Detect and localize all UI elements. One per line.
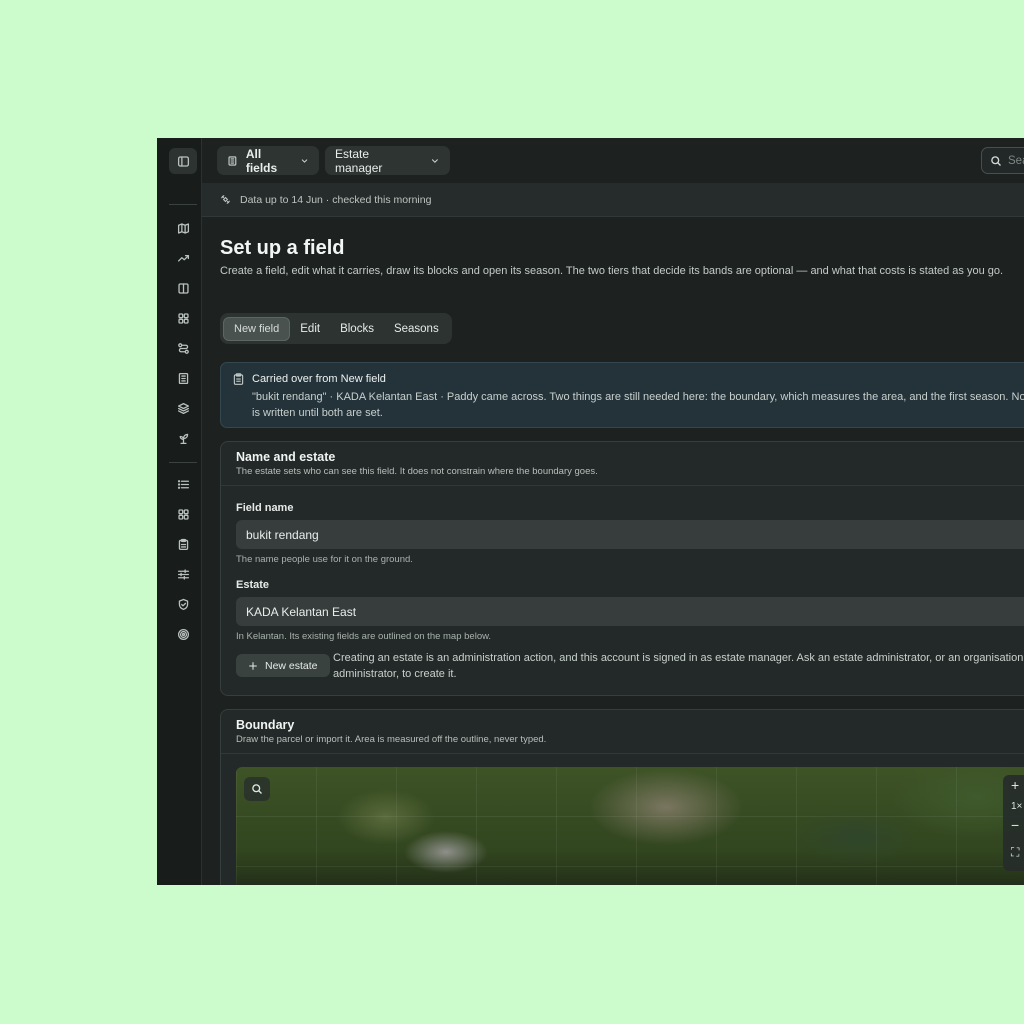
chevron-down-icon: [432, 158, 439, 163]
zoom-controls: + 1× − ⛶: [1003, 775, 1024, 871]
field-name-value: bukit rendang: [246, 527, 319, 542]
search-icon: [252, 784, 262, 794]
card-header: Name and estate The estate sets who can …: [221, 442, 1024, 486]
list-icon: [177, 479, 189, 489]
sidebar-item-routes[interactable]: [176, 341, 190, 355]
tab-new-field[interactable]: New field: [223, 316, 291, 341]
sidebar-item-trends[interactable]: [176, 251, 190, 265]
map-grid: [236, 767, 1024, 885]
clipboard-icon: [178, 538, 188, 550]
page-description: Create a field, edit what it carries, dr…: [220, 265, 1004, 277]
sidebar-toggle-button[interactable]: [169, 148, 197, 174]
map-icon: [177, 222, 189, 234]
app-window: All fields Estate manager Search... Data…: [157, 138, 1024, 885]
card-subtitle: Draw the parcel or import it. Area is me…: [236, 734, 547, 745]
zoom-out-button[interactable]: −: [1011, 817, 1019, 833]
role-label: Estate manager: [335, 146, 383, 175]
trend-up-icon: [177, 254, 189, 262]
sidebar-item-compare[interactable]: [176, 281, 190, 295]
card-title: Boundary: [236, 718, 295, 732]
search-icon: [991, 155, 1001, 166]
sidebar-divider: [169, 462, 197, 463]
estate-help: In Kelantan. Its existing fields are out…: [236, 631, 492, 642]
search-placeholder: Search...: [1008, 154, 1024, 167]
building-icon: [228, 155, 237, 166]
clipboard-icon: [233, 373, 244, 385]
apps-grid-icon: [177, 508, 189, 520]
tab-edit[interactable]: Edit: [290, 318, 330, 340]
search-input[interactable]: Search...: [981, 147, 1024, 174]
estate-label: Estate: [236, 579, 270, 591]
field-name-label: Field name: [236, 502, 294, 514]
top-bar: All fields Estate manager Search...: [202, 138, 1024, 183]
sidebar-item-dashboard[interactable]: [176, 311, 190, 325]
layers-icon: [177, 402, 189, 414]
role-dropdown[interactable]: Estate manager: [325, 146, 450, 175]
route-icon: [177, 342, 189, 354]
map-fade: [236, 877, 1024, 885]
sidebar-item-map[interactable]: [176, 221, 190, 235]
main-content: Set up a field Create a field, edit what…: [202, 217, 1024, 885]
target-icon: [177, 628, 189, 640]
chevron-down-icon: [301, 158, 308, 163]
sprout-icon: [179, 433, 188, 444]
card-header: Boundary Draw the parcel or import it. A…: [221, 710, 1024, 754]
page-title: Set up a field: [220, 237, 345, 259]
name-and-estate-card: Name and estate The estate sets who can …: [220, 441, 1024, 696]
satellite-icon: [220, 194, 231, 205]
fields-filter-dropdown[interactable]: All fields: [217, 146, 319, 175]
grid-icon: [177, 312, 189, 324]
data-status-text: Data up to 14 Jun · checked this morning: [240, 193, 432, 206]
notice-title: Carried over from New field: [252, 373, 386, 385]
new-estate-label: New estate: [265, 659, 318, 672]
estate-select[interactable]: KADA Kelantan East: [236, 597, 1024, 626]
data-status-bar: Data up to 14 Jun · checked this morning: [202, 183, 1024, 217]
estate-value: KADA Kelantan East: [246, 604, 357, 619]
card-title: Name and estate: [236, 450, 336, 464]
shield-check-icon: [178, 598, 188, 610]
carried-over-notice: Carried over from New field "bukit renda…: [220, 362, 1024, 428]
sidebar-item-security[interactable]: [176, 597, 190, 611]
sidebar-item-crops[interactable]: [176, 431, 190, 445]
zoom-in-button[interactable]: +: [1011, 777, 1019, 793]
sliders-icon: [177, 568, 189, 580]
notice-body: "bukit rendang" · KADA Kelantan East · P…: [252, 391, 1024, 419]
sidebar-item-tasks[interactable]: [176, 537, 190, 551]
sidebar-panel-icon: [177, 155, 189, 167]
sidebar-item-targets[interactable]: [176, 627, 190, 641]
field-name-help: The name people use for it on the ground…: [236, 554, 413, 565]
map-search-button[interactable]: [244, 777, 270, 801]
new-estate-button[interactable]: New estate: [236, 654, 330, 677]
tab-seasons[interactable]: Seasons: [384, 318, 449, 340]
fullscreen-icon[interactable]: ⛶: [1011, 845, 1019, 860]
plus-icon: [249, 661, 257, 670]
boundary-card: Boundary Draw the parcel or import it. A…: [220, 709, 1024, 885]
building-icon: [178, 372, 188, 384]
sidebar-item-list[interactable]: [176, 477, 190, 491]
field-name-input[interactable]: bukit rendang: [236, 520, 1024, 549]
sidebar-item-settings[interactable]: [176, 567, 190, 581]
fields-filter-label: All fields: [245, 146, 278, 175]
split-view-icon: [177, 282, 189, 294]
new-estate-note: Creating an estate is an administration …: [333, 652, 1024, 680]
sidebar: [157, 138, 202, 885]
setup-tabs: New field Edit Blocks Seasons: [220, 313, 452, 344]
zoom-level: 1×: [1011, 801, 1023, 812]
sidebar-item-layers[interactable]: [176, 401, 190, 415]
boundary-map[interactable]: + 1× − ⛶: [236, 767, 1024, 885]
tab-blocks[interactable]: Blocks: [330, 318, 384, 340]
card-subtitle: The estate sets who can see this field. …: [236, 466, 598, 477]
sidebar-item-apps[interactable]: [176, 507, 190, 521]
sidebar-divider: [169, 204, 197, 205]
sidebar-item-estates[interactable]: [176, 371, 190, 385]
